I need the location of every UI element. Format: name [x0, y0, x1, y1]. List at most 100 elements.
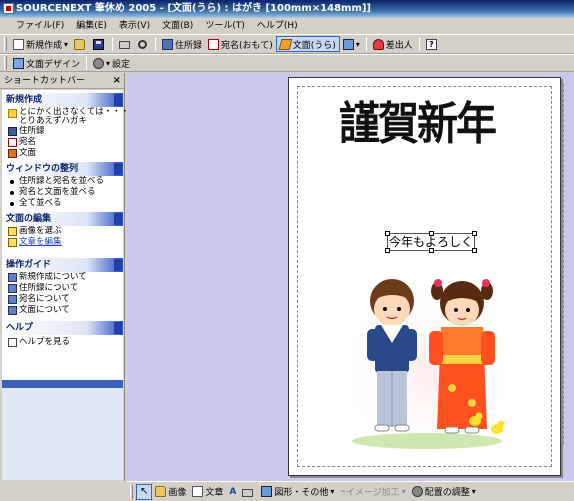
frame-icon: [242, 488, 254, 497]
save-button[interactable]: [90, 36, 109, 52]
menu-body[interactable]: 文面(B): [156, 18, 199, 34]
toolbar-grip[interactable]: [4, 37, 7, 51]
preview-button[interactable]: [135, 36, 152, 52]
greeting-calligraphy[interactable]: 謹賀新年: [339, 86, 499, 174]
help-button[interactable]: ?: [423, 36, 442, 52]
page-edge-guide: [563, 84, 567, 444]
text-tool-button[interactable]: 文章: [189, 484, 226, 500]
section-arrange[interactable]: ウィンドウの整列: [2, 162, 123, 176]
shortcut-omote-label: 宛名: [19, 137, 37, 147]
new-document-icon: [13, 38, 24, 50]
omote-button[interactable]: 宛名(おもて): [205, 36, 276, 52]
image-tool-label: 画像: [168, 488, 187, 498]
chevron-down-icon[interactable]: ▾: [64, 40, 68, 49]
new-button[interactable]: 新規作成 ▾: [10, 36, 71, 52]
resize-handle[interactable]: [385, 248, 390, 253]
address-book-button[interactable]: 住所録: [159, 36, 205, 52]
arrange-label: 配置の調整: [424, 488, 470, 498]
menu-view[interactable]: 表示(V): [113, 18, 156, 34]
guide-address[interactable]: 住所録について: [2, 283, 123, 294]
arrange-button[interactable]: 配置の調整 ▾: [409, 484, 479, 500]
shortcut-arrange-2[interactable]: 宛名と文面を並べる: [2, 187, 123, 198]
bullet-icon: [10, 202, 14, 206]
section-new[interactable]: 新規作成: [2, 93, 123, 107]
select-tool-button[interactable]: ↖: [136, 483, 153, 500]
chevron-down-icon[interactable]: ▾: [330, 487, 334, 496]
chevron-down-icon[interactable]: ▾: [472, 487, 476, 496]
design-button[interactable]: 文面デザイン: [10, 55, 83, 71]
postcard-icon: [8, 138, 17, 147]
shortcut-omote[interactable]: 宛名: [2, 137, 123, 148]
sender-button[interactable]: 差出人: [370, 36, 416, 52]
settings-label: 設定: [112, 59, 131, 70]
layout-button[interactable]: ▾: [340, 36, 363, 52]
guide-icon: [8, 306, 17, 315]
omote-label: 宛名(おもて): [221, 40, 273, 51]
print-button[interactable]: [116, 36, 135, 52]
menu-edit[interactable]: 編集(E): [70, 18, 113, 34]
menu-help[interactable]: ヘルプ(H): [251, 18, 304, 34]
shortcut-edit-text[interactable]: 文章を編集: [2, 237, 123, 248]
section-guide[interactable]: 操作ガイド: [2, 258, 123, 272]
shortcut-edit-text-label: 文章を編集: [19, 237, 62, 247]
chevron-down-icon[interactable]: ▾: [356, 40, 360, 49]
open-button[interactable]: [71, 36, 90, 52]
help-icon: ?: [425, 38, 437, 50]
message-textbox[interactable]: 今年もよろしく: [385, 231, 477, 253]
shortcut-ura[interactable]: 文面: [2, 148, 123, 159]
kimono-children-illustration[interactable]: [337, 263, 517, 453]
section-edit[interactable]: 文面の編集: [2, 212, 123, 226]
font-button[interactable]: A: [226, 484, 239, 500]
text-icon: [192, 486, 204, 497]
new-button-label: 新規作成: [26, 40, 63, 51]
shortcut-bar: ショートカットバー × 新規作成 とにかく出さなくては・・・ とりあえずハガキ …: [0, 73, 129, 481]
resize-handle[interactable]: [429, 231, 434, 236]
chevron-down-icon[interactable]: ▾: [106, 59, 110, 68]
title-bar: SOURCENEXT 筆休め 2005 - [文面(うら) : はがき [100…: [0, 0, 574, 18]
save-icon: [93, 38, 105, 50]
address-book-label: 住所録: [175, 40, 203, 51]
shortcut-arrange-1[interactable]: 住所録と宛名を並べる: [2, 176, 123, 187]
guide-ura[interactable]: 文面について: [2, 305, 123, 316]
arrange-icon: [411, 486, 423, 497]
magnifier-icon: [138, 39, 148, 49]
chevron-down-icon[interactable]: ▾: [402, 487, 406, 496]
toolbar-separator: [112, 37, 114, 51]
help-icon: [8, 338, 17, 347]
resize-handle[interactable]: [472, 248, 477, 253]
image-tool-button[interactable]: 画像: [152, 484, 189, 500]
shortcut-address-book[interactable]: 住所録: [2, 126, 123, 137]
shortcut-arrange-3[interactable]: 全て並べる: [2, 198, 123, 209]
guide-omote[interactable]: 宛名について: [2, 294, 123, 305]
image-edit-button[interactable]: ⌁ イメージ加工 ▾: [337, 484, 408, 500]
shape-tool-button[interactable]: 図形・その他 ▾: [258, 484, 337, 500]
toolbar-grip[interactable]: [130, 484, 133, 499]
shortcut-bar-body: 新規作成 とにかく出さなくては・・・ とりあえずハガキ 住所録 宛名 文面 ウィ…: [2, 90, 129, 380]
shortcut-quick-card[interactable]: とにかく出さなくては・・・ とりあえずハガキ: [2, 108, 129, 126]
shortcut-choose-image[interactable]: 画像を選ぶ: [2, 226, 123, 237]
shortcut-address-book-label: 住所録: [19, 126, 45, 136]
shortcut-arrange-2-label: 宛名と文面を並べる: [19, 187, 96, 197]
ura-button[interactable]: 文面(うら): [275, 36, 340, 52]
app-icon[interactable]: [3, 3, 14, 14]
shortcut-help[interactable]: ヘルプを見る: [2, 337, 123, 348]
resize-handle[interactable]: [385, 231, 390, 236]
toolbar-separator: [418, 37, 420, 51]
layout-icon: [342, 38, 354, 50]
guide-new[interactable]: 新規作成について: [2, 272, 123, 283]
menu-file[interactable]: ファイル(F): [10, 18, 70, 34]
menu-tools[interactable]: ツール(T): [199, 18, 251, 34]
frame-button[interactable]: [239, 484, 258, 500]
resize-handle[interactable]: [472, 231, 477, 236]
close-icon[interactable]: ×: [113, 73, 121, 89]
toolbar-grip[interactable]: [4, 56, 7, 70]
resize-handle[interactable]: [429, 248, 434, 253]
postcard-page[interactable]: 謹賀新年 今年もよろしく: [288, 77, 561, 476]
bullet-icon: [10, 191, 14, 195]
settings-button[interactable]: ▾ 設定: [90, 55, 133, 71]
guide-address-label: 住所録について: [19, 283, 79, 293]
shortcut-bar-header: ショートカットバー ×: [0, 73, 124, 89]
section-help[interactable]: ヘルプ: [2, 321, 123, 335]
design-label: 文面デザイン: [26, 59, 81, 70]
image-edit-label: イメージ加工: [345, 488, 400, 498]
